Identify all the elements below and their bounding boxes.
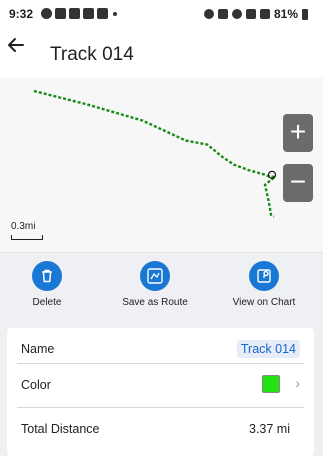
zoom-in-button[interactable]: + — [283, 114, 313, 152]
zoom-out-button[interactable]: − — [283, 164, 313, 202]
app-bar: Track 014 — [0, 28, 323, 78]
map-scale-bar — [11, 235, 43, 240]
status-time: 9:32 — [9, 7, 34, 21]
message-icon — [83, 8, 94, 19]
name-field[interactable]: Track 014 — [236, 340, 300, 358]
color-label: Color — [21, 378, 51, 392]
color-swatch[interactable] — [262, 375, 280, 393]
track-map-canvas — [33, 89, 279, 218]
location-icon — [231, 9, 242, 19]
status-bar: 9:32 81% — [0, 0, 323, 28]
delete-label: Delete — [32, 297, 62, 308]
notification-icons — [41, 8, 117, 19]
page-title: Track 014 — [50, 44, 134, 65]
name-label: Name — [21, 342, 55, 356]
track-details: Name Track 014 Color › Total Distance 3.… — [0, 328, 323, 456]
wifi-icon — [245, 9, 256, 19]
system-icons: 81% — [203, 7, 308, 21]
total-distance-label: Total Distance — [21, 422, 100, 436]
alarm-icon — [203, 9, 214, 19]
action-bar: Delete Save as Route View on Chart — [0, 253, 323, 328]
battery-percent: 81% — [273, 7, 298, 21]
mute-icon — [217, 9, 228, 19]
view-on-chart-label: View on Chart — [232, 297, 296, 308]
total-distance-row: Total Distance 3.37 mi — [7, 408, 314, 450]
phone-icon — [69, 8, 80, 19]
details-card: Name Track 014 Color › Total Distance 3.… — [7, 328, 314, 456]
track-line — [33, 89, 279, 218]
signal-icon — [259, 9, 270, 19]
whatsapp-icon — [41, 8, 52, 19]
delete-button[interactable]: Delete — [2, 261, 92, 308]
chevron-right-icon: › — [295, 375, 300, 391]
route-save-icon — [140, 261, 170, 291]
map-scale-label: 0.3mi — [11, 221, 36, 232]
message-icon-2 — [97, 8, 108, 19]
color-row[interactable]: Color › — [7, 364, 314, 406]
gallery-icon — [55, 8, 66, 19]
more-notifications-icon — [113, 11, 117, 16]
save-as-route-label: Save as Route — [122, 297, 188, 308]
track-map[interactable]: + − 0.3mi — [0, 78, 323, 253]
battery-icon — [302, 8, 308, 20]
view-on-chart-button[interactable]: View on Chart — [219, 261, 309, 308]
save-as-route-button[interactable]: Save as Route — [110, 261, 200, 308]
chart-icon — [249, 261, 279, 291]
trash-icon — [32, 261, 62, 291]
total-distance-value: 3.37 mi — [249, 422, 290, 436]
back-arrow-icon[interactable] — [4, 34, 26, 56]
